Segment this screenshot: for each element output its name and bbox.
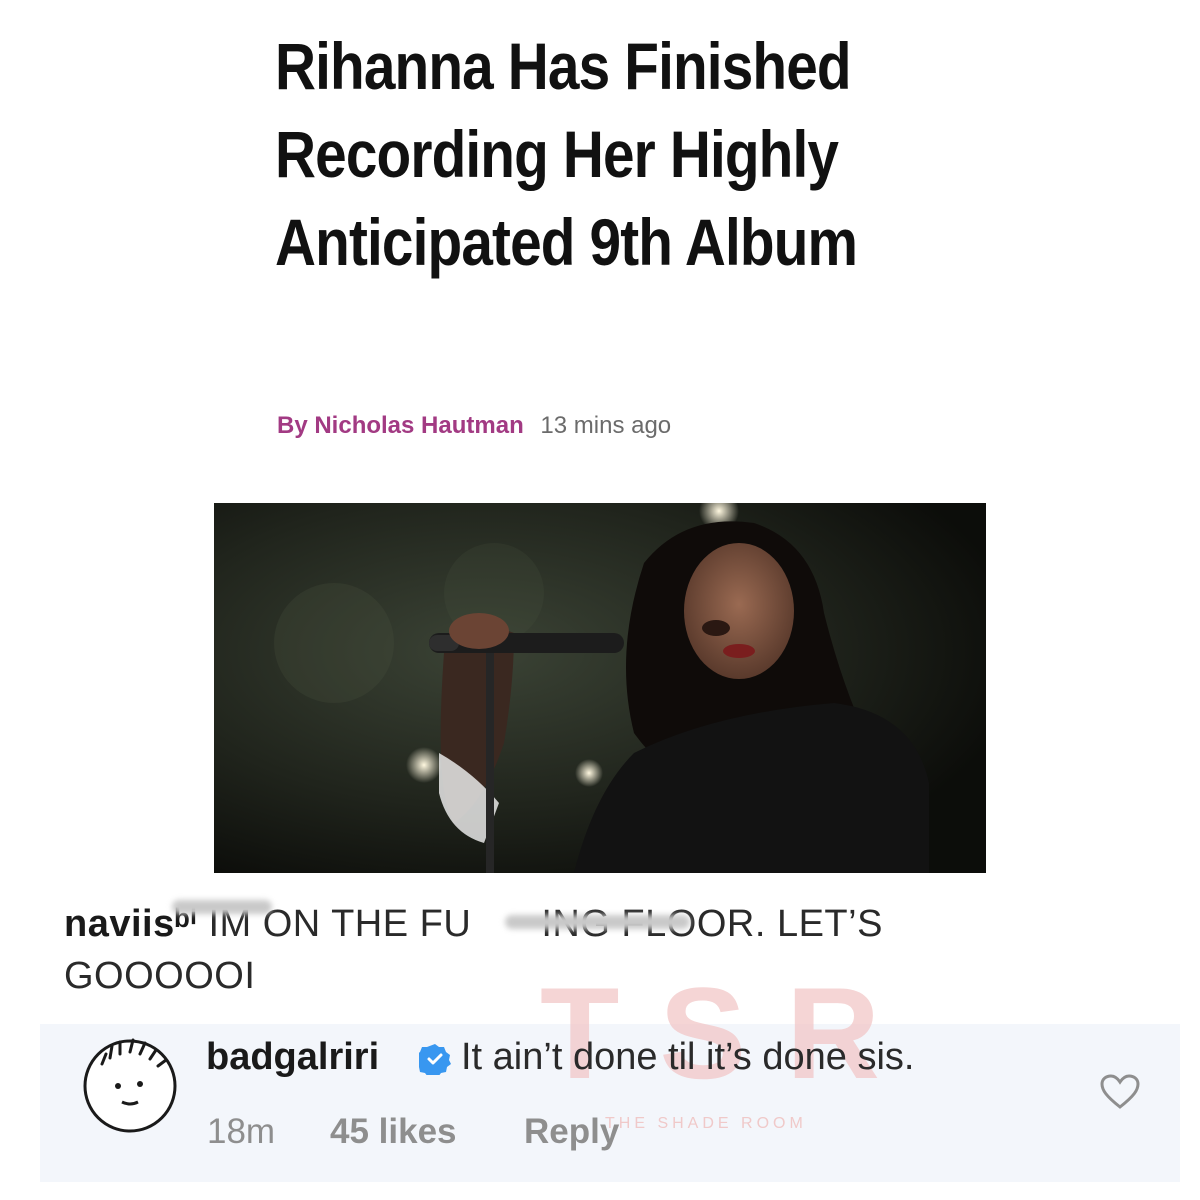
reply-time: 18m [207, 1112, 276, 1151]
censor-smudge [505, 915, 690, 929]
reply-text: It ain’t done til it’s done sis. [461, 1036, 915, 1078]
reply-likes[interactable]: 45 likes [330, 1112, 457, 1152]
watermark-logo: TSR [540, 960, 920, 1106]
article-byline: By Nicholas Hautman 13 mins ago [277, 412, 671, 440]
concert-photo [214, 503, 986, 873]
heart-icon[interactable] [1100, 1074, 1140, 1110]
avatar[interactable] [80, 1034, 180, 1134]
censor-smudge [172, 900, 272, 914]
reply-username[interactable]: badgalriri [206, 1036, 379, 1079]
article-headline[interactable]: Rihanna Has Finished Recording Her Highl… [275, 22, 877, 286]
author-link[interactable]: By Nicholas Hautman [277, 412, 524, 439]
reply-button[interactable]: Reply [524, 1112, 619, 1152]
watermark-text: THE SHADE ROOM [605, 1115, 807, 1132]
article-photo[interactable] [214, 503, 986, 873]
verified-badge-icon [419, 1044, 451, 1075]
article-time: 13 mins ago [540, 412, 672, 439]
